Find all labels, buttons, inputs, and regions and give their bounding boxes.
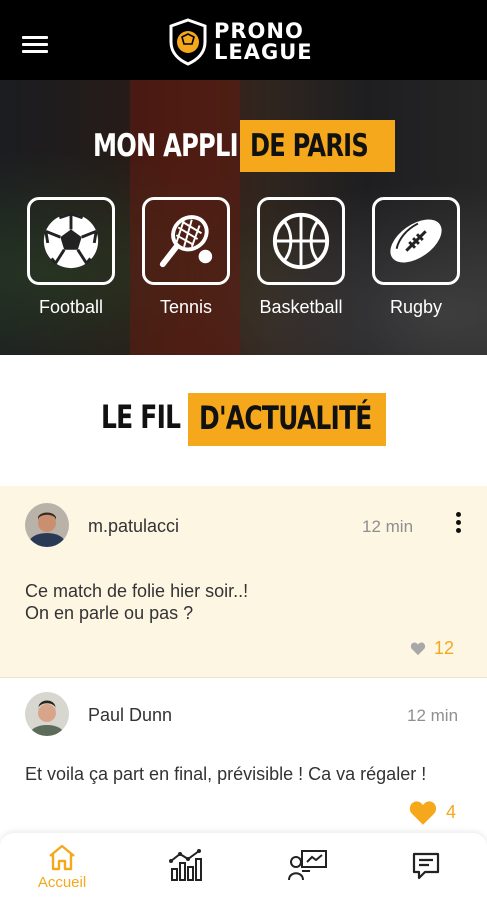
- nav-item-home[interactable]: Accueil: [22, 833, 102, 900]
- logo-shield-icon: [169, 18, 207, 66]
- post-text-line: Ce match de folie hier soir..!: [25, 581, 249, 601]
- user-photo-icon: [25, 692, 69, 736]
- hero-title-white: MON APPLI: [93, 128, 239, 164]
- sport-label: Tennis: [159, 297, 213, 317]
- hamburger-icon: [22, 36, 48, 53]
- user-photo-icon: [25, 503, 69, 547]
- sport-label: Rugby: [389, 297, 443, 317]
- post-timestamp: 12 min: [407, 706, 459, 725]
- like-count: 12: [434, 638, 455, 658]
- post-text: Et voila ça part en final, prévisible ! …: [25, 763, 426, 785]
- presentation-icon: [288, 850, 327, 881]
- app-logo[interactable]: PRONO LEAGUE: [168, 16, 313, 68]
- like-button[interactable]: 12: [410, 638, 454, 659]
- hero-title: MON APPLI DE PARIS: [0, 120, 487, 172]
- logo-text-line2: LEAGUE: [214, 40, 313, 64]
- sport-label: Football: [38, 297, 104, 317]
- chat-icon: [412, 852, 440, 880]
- bottom-navigation: Accueil: [0, 833, 487, 900]
- avatar[interactable]: [25, 503, 69, 547]
- news-title-highlight: D'ACTUALITÉ: [199, 399, 372, 437]
- nav-item-stats[interactable]: [146, 833, 226, 900]
- sport-label: Basketball: [259, 297, 343, 317]
- post-username[interactable]: m.patulacci: [88, 516, 179, 537]
- basketball-icon: [272, 212, 330, 270]
- post-text-line: Et voila ça part en final, prévisible ! …: [25, 764, 427, 784]
- like-button[interactable]: 4: [408, 799, 456, 826]
- nav-label: Accueil: [37, 874, 87, 891]
- heart-filled-icon: [409, 801, 437, 825]
- post-text: Ce match de folie hier soir..! On en par…: [25, 580, 248, 624]
- feed-post[interactable]: m.patulacci 12 min Ce match de folie hie…: [0, 486, 487, 678]
- nav-item-tips[interactable]: [268, 833, 348, 900]
- home-icon: [49, 844, 75, 871]
- news-title-highlight-box: D'ACTUALITÉ: [188, 393, 386, 446]
- post-username[interactable]: Paul Dunn: [88, 705, 172, 726]
- post-text-line: On en parle ou pas ?: [25, 603, 194, 623]
- hero-title-highlight-box: DE PARIS: [240, 120, 395, 172]
- sport-basketball[interactable]: Basketball: [256, 197, 346, 318]
- news-title-black: LE FIL: [101, 398, 181, 436]
- post-timestamp: 12 min: [362, 517, 414, 536]
- sport-football[interactable]: Football: [26, 197, 116, 318]
- post-options-button[interactable]: [452, 512, 464, 538]
- hero-banner: MON APPLI DE PARIS Football Tennis Baske…: [0, 80, 487, 355]
- tennis-racket-icon: [159, 215, 213, 268]
- sport-rugby[interactable]: Rugby: [371, 197, 461, 318]
- soccer-ball-icon: [43, 212, 99, 269]
- heart-outline-icon: [410, 642, 426, 656]
- menu-button[interactable]: [22, 36, 48, 56]
- app-header: PRONO LEAGUE: [0, 0, 487, 80]
- nav-item-messages[interactable]: [386, 833, 466, 900]
- feed-post[interactable]: Paul Dunn 12 min Et voila ça part en fin…: [0, 679, 487, 829]
- more-vertical-icon: [452, 512, 464, 533]
- news-feed-title: LE FIL D'ACTUALITÉ: [0, 390, 487, 446]
- avatar[interactable]: [25, 692, 69, 736]
- sport-tennis[interactable]: Tennis: [141, 197, 231, 318]
- like-count: 4: [446, 802, 457, 822]
- stats-chart-icon: [169, 849, 202, 881]
- rugby-ball-icon: [390, 219, 442, 263]
- logo-text-line1: PRONO: [214, 19, 304, 43]
- hero-title-highlight: DE PARIS: [250, 128, 369, 164]
